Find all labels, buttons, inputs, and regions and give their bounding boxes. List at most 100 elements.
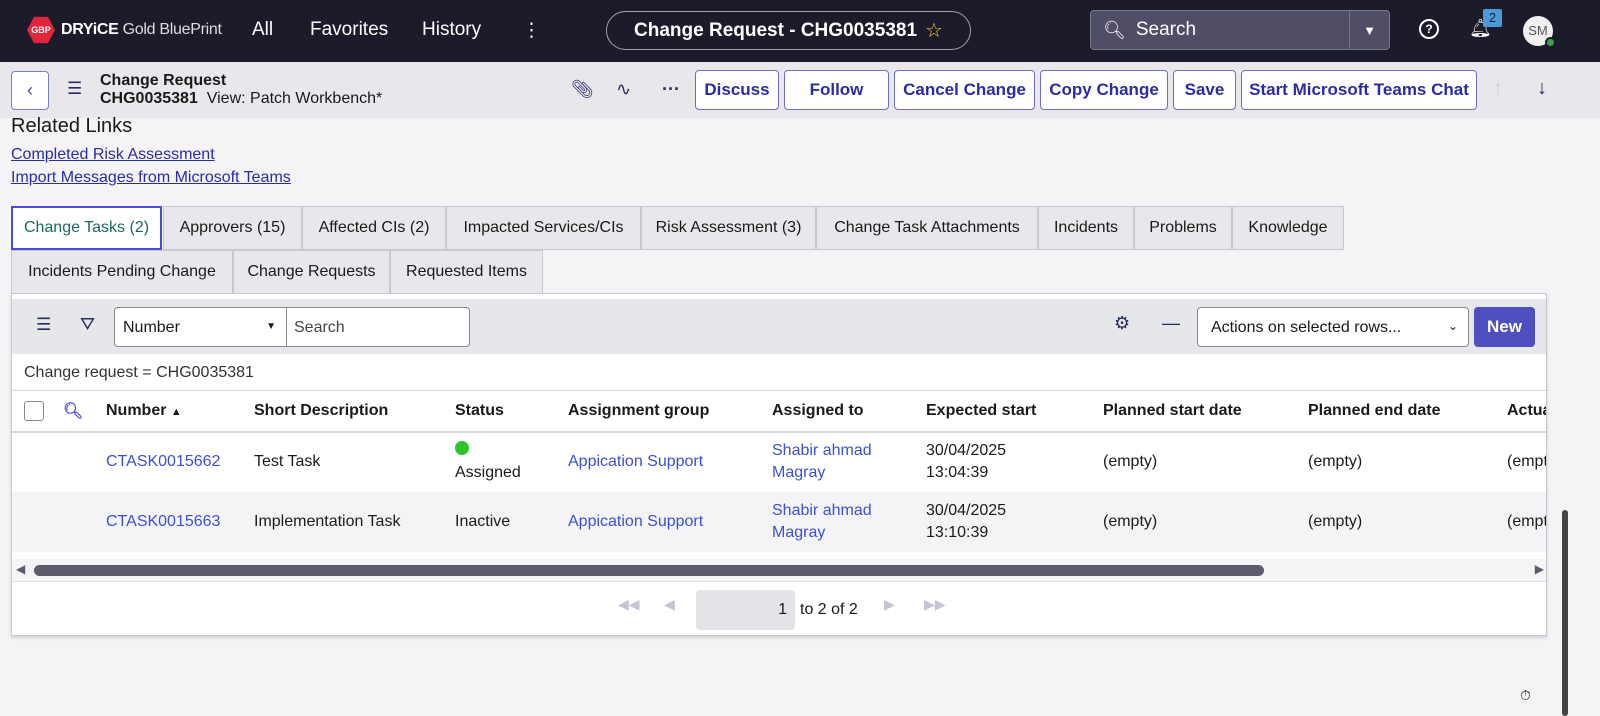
scrollbar-thumb[interactable] — [34, 565, 1264, 576]
arrow-down-icon[interactable]: ↓ — [1537, 77, 1547, 100]
chevron-down-icon[interactable]: ▼ — [1349, 11, 1389, 49]
link-import-teams-messages[interactable]: Import Messages from Microsoft Teams — [11, 169, 291, 187]
tab-requested-items[interactable]: Requested Items — [390, 250, 543, 294]
attachment-icon[interactable]: 📎︎ — [571, 79, 594, 100]
tab-change-requests[interactable]: Change Requests — [233, 250, 390, 294]
prev-page-icon[interactable]: ◀ — [664, 596, 675, 613]
nav-favorites[interactable]: Favorites — [310, 19, 388, 41]
short-description: Implementation Task — [254, 491, 455, 552]
first-page-icon[interactable]: ◀◀ — [618, 596, 640, 613]
tab-incidents-pending-change[interactable]: Incidents Pending Change — [11, 250, 233, 294]
actual: (empty) — [1507, 453, 1547, 470]
horizontal-scrollbar[interactable]: ◀ ▶ — [12, 559, 1546, 581]
expected-start: 30/04/2025 13:10:39 — [926, 491, 1103, 552]
follow-button[interactable]: Follow — [784, 70, 889, 110]
menu-icon[interactable]: ☰ — [67, 79, 82, 99]
more-options-icon[interactable]: ··· — [662, 79, 680, 100]
list-search-input[interactable]: Search — [286, 307, 470, 347]
table-row: CTASK0015663 Implementation Task Inactiv… — [12, 491, 1546, 552]
logo[interactable]: GBP DRYiCE Gold BluePrint — [27, 16, 222, 44]
actions-select[interactable]: Actions on selected rows... ⌄ — [1197, 307, 1469, 347]
filter-icon[interactable]: ⛛ — [80, 314, 95, 335]
tab-impacted-services[interactable]: Impacted Services/CIs — [446, 206, 641, 250]
nav-history[interactable]: History — [422, 19, 481, 41]
select-all-checkbox[interactable] — [24, 400, 44, 421]
new-button[interactable]: New — [1474, 307, 1535, 347]
record-number: CHG0035381 — [100, 90, 198, 107]
col-expected-start[interactable]: Expected start — [926, 390, 1103, 433]
star-icon[interactable]: ☆ — [925, 18, 943, 43]
status-text: Inactive — [455, 491, 568, 552]
planned-end: (empty) — [1308, 453, 1363, 470]
form-header: ‹ ☰ Change Request CHG0035381 View: Patc… — [0, 62, 1600, 118]
tab-change-task-attachments[interactable]: Change Task Attachments — [816, 206, 1038, 250]
arrow-up-icon[interactable]: ↑ — [1493, 77, 1503, 100]
cancel-change-button[interactable]: Cancel Change — [894, 70, 1035, 110]
expected-start: 30/04/2025 13:04:39 — [926, 442, 1007, 481]
scroll-right-icon[interactable]: ▶ — [1535, 562, 1544, 576]
next-page-icon[interactable]: ▶ — [884, 596, 895, 613]
copy-change-button[interactable]: Copy Change — [1040, 70, 1168, 110]
global-search[interactable]: 🔍︎ Search ▼ — [1090, 10, 1390, 50]
chevron-down-icon: ⌄ — [1447, 319, 1458, 333]
task-number-link[interactable]: CTASK0015662 — [106, 432, 254, 492]
col-assignment-group[interactable]: Assignment group — [568, 390, 772, 433]
col-planned-end[interactable]: Planned end date — [1308, 390, 1507, 433]
last-page-icon[interactable]: ▶▶ — [924, 596, 946, 613]
tab-knowledge[interactable]: Knowledge — [1232, 206, 1344, 250]
column-search-icon[interactable]: 🔍︎ — [63, 403, 83, 420]
discuss-button[interactable]: Discuss — [695, 70, 779, 110]
link-completed-risk-assessment[interactable]: Completed Risk Assessment — [11, 146, 215, 164]
list-table: 🔍︎ Number ▲ Short Description Status Ass… — [12, 390, 1547, 552]
assignment-group-link[interactable]: Appication Support — [568, 491, 772, 552]
scroll-left-icon[interactable]: ◀ — [16, 562, 25, 576]
table-row: CTASK0015662 Test Task Assigned Appicati… — [12, 432, 1547, 492]
record-view: View: Patch Workbench* — [206, 90, 383, 107]
record-title: Change Request - CHG0035381 — [634, 19, 918, 41]
tab-approvers[interactable]: Approvers (15) — [163, 206, 302, 250]
search-field-select[interactable]: Number ▼ — [114, 307, 287, 347]
record-title-pill[interactable]: Change Request - CHG0035381 ☆ — [606, 11, 971, 50]
planned-start: (empty) — [1103, 453, 1158, 470]
page-scrollbar[interactable] — [1562, 510, 1568, 716]
search-icon: 🔍︎ — [1103, 19, 1126, 40]
planned-start: (empty) — [1103, 491, 1308, 552]
assignment-group-link[interactable]: Appication Support — [568, 432, 772, 492]
nav-all[interactable]: All — [252, 19, 273, 41]
col-assigned-to[interactable]: Assigned to — [772, 390, 926, 433]
top-navigation: GBP DRYiCE Gold BluePrint All Favorites … — [0, 0, 1600, 62]
tab-change-tasks[interactable]: Change Tasks (2) — [11, 206, 162, 250]
timer-icon[interactable]: ⏱︎ — [1520, 687, 1531, 704]
gear-icon[interactable]: ⚙ — [1114, 313, 1130, 334]
save-button[interactable]: Save — [1173, 70, 1236, 110]
collapse-icon[interactable]: — — [1162, 313, 1180, 334]
tab-incidents[interactable]: Incidents — [1038, 206, 1134, 250]
col-status[interactable]: Status — [455, 390, 568, 433]
caret-down-icon: ▼ — [266, 321, 276, 332]
status-text: Assigned — [455, 464, 521, 481]
back-button[interactable]: ‹ — [11, 71, 49, 110]
notification-badge: 2 — [1483, 9, 1502, 27]
activity-icon[interactable]: ∿ — [616, 79, 631, 100]
tab-problems[interactable]: Problems — [1134, 206, 1232, 250]
col-short-description[interactable]: Short Description — [254, 390, 455, 433]
help-icon[interactable]: ? — [1419, 19, 1439, 39]
avatar[interactable]: SM — [1523, 16, 1556, 48]
filter-breadcrumb[interactable]: Change request = CHG0035381 — [24, 364, 254, 382]
task-number-link[interactable]: CTASK0015663 — [106, 491, 254, 552]
change-tasks-list: ☰ ⛛ Number ▼ Search ⚙ — Actions on select… — [11, 293, 1547, 636]
status-green-icon — [455, 441, 469, 455]
assigned-to-link[interactable]: Shabir ahmad Magray — [772, 432, 926, 492]
tab-risk-assessment[interactable]: Risk Assessment (3) — [641, 206, 816, 250]
col-planned-start[interactable]: Planned start date — [1103, 390, 1308, 433]
search-input[interactable]: Search — [1136, 19, 1196, 41]
page-input[interactable]: 1 — [696, 590, 795, 630]
assigned-to-link[interactable]: Shabir ahmad Magray — [772, 491, 926, 552]
sort-asc-icon: ▲ — [170, 405, 182, 418]
more-menu-icon[interactable]: ⋮ — [522, 19, 541, 42]
list-menu-icon[interactable]: ☰ — [36, 315, 51, 335]
col-number[interactable]: Number ▲ — [106, 390, 254, 433]
teams-chat-button[interactable]: Start Microsoft Teams Chat — [1241, 70, 1477, 110]
col-actual[interactable]: Actual — [1507, 390, 1546, 433]
tab-affected-cis[interactable]: Affected CIs (2) — [302, 206, 446, 250]
